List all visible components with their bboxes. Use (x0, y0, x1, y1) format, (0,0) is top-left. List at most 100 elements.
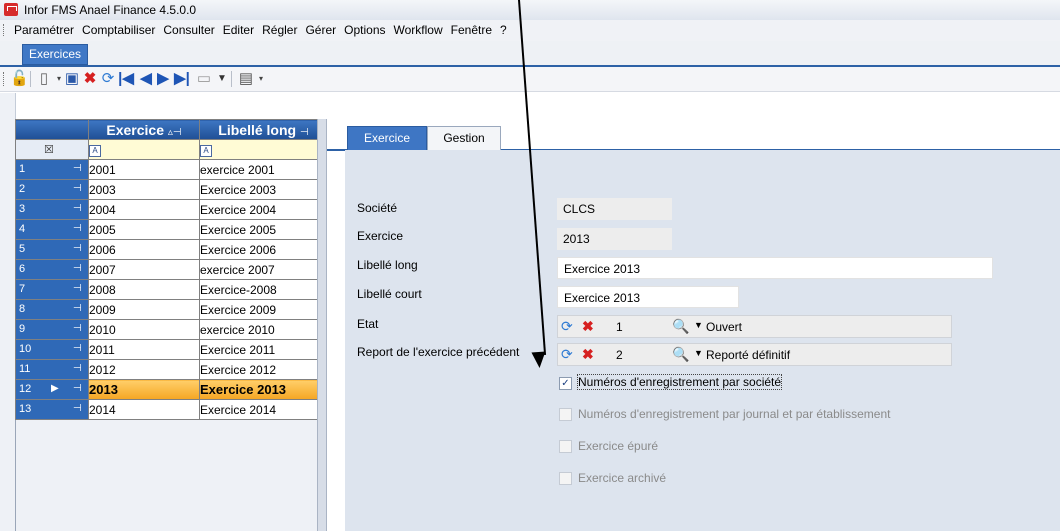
cell-libelle[interactable]: Exercice 2003 (199, 179, 328, 200)
clear-icon[interactable]: ✖ (582, 318, 594, 335)
delete-icon[interactable]: ✖ (82, 71, 98, 87)
cell-libelle[interactable]: Exercice 2009 (199, 299, 328, 320)
row-header[interactable]: 10 ⊣ (15, 339, 89, 360)
menu-parametrer[interactable]: Paramétrer (10, 23, 78, 37)
unlock-icon[interactable]: 🔓 (10, 71, 29, 87)
chevron-down-icon[interactable]: ▼ (694, 320, 703, 330)
clear-filter-icon[interactable]: ☒ (44, 143, 54, 156)
first-record-icon[interactable]: |◀ (118, 71, 134, 87)
row-header[interactable]: 1 ⊣ (15, 159, 89, 180)
column-header-libelle[interactable]: Libellé long ⊣ (199, 119, 328, 140)
cell-libelle[interactable]: Exercice 2012 (199, 359, 328, 380)
search-icon[interactable]: 🔍 (672, 346, 689, 363)
pin-icon[interactable]: ⊣ (73, 283, 82, 294)
cell-exercice[interactable]: 2010 (88, 319, 200, 340)
cell-exercice[interactable]: 2008 (88, 279, 200, 300)
table-row[interactable]: 11 ⊣ 2012 Exercice 2012 (15, 359, 328, 380)
cell-exercice[interactable]: 2006 (88, 239, 200, 260)
table-row[interactable]: 12 ▶ ⊣ 2013 Exercice 2013 (15, 379, 328, 400)
libelle-court-input[interactable]: Exercice 2013 (557, 286, 739, 308)
cell-exercice[interactable]: 2013 (88, 379, 200, 400)
previous-record-icon[interactable]: ◀ (138, 71, 154, 87)
menu-editer[interactable]: Editer (219, 23, 258, 37)
row-header[interactable]: 7 ⊣ (15, 279, 89, 300)
panel-splitter[interactable] (317, 119, 327, 531)
cell-libelle[interactable]: exercice 2010 (199, 319, 328, 340)
filter-exercice[interactable]: A (88, 139, 200, 160)
row-header[interactable]: 2 ⊣ (15, 179, 89, 200)
etat-value[interactable]: Ouvert (706, 320, 742, 334)
filter-dropdown-icon[interactable]: ▼ (214, 71, 230, 87)
pin-icon[interactable]: ⊣ (73, 403, 82, 414)
cell-libelle[interactable]: Exercice 2011 (199, 339, 328, 360)
pin-icon[interactable]: ⊣ (73, 163, 82, 174)
row-header[interactable]: 13 ⊣ (15, 399, 89, 420)
tools-icon[interactable]: ▤ (238, 71, 254, 87)
etat-code[interactable]: 1 (616, 320, 623, 334)
new-document-icon[interactable]: ▯ (36, 71, 52, 87)
menu-help[interactable]: ? (496, 23, 511, 37)
report-value[interactable]: Reporté définitif (706, 348, 790, 362)
menu-comptabiliser[interactable]: Comptabiliser (78, 23, 159, 37)
report-code[interactable]: 2 (616, 348, 623, 362)
cell-exercice[interactable]: 2014 (88, 399, 200, 420)
table-row[interactable]: 8 ⊣ 2009 Exercice 2009 (15, 299, 328, 320)
filter-libelle[interactable]: A (199, 139, 328, 160)
pin-icon[interactable]: ⊣ (73, 303, 82, 314)
cell-exercice[interactable]: 2003 (88, 179, 200, 200)
pin-icon[interactable]: ⊣ (73, 243, 82, 254)
pin-icon[interactable]: ⊣ (73, 323, 82, 334)
cell-libelle[interactable]: exercice 2001 (199, 159, 328, 180)
cell-exercice[interactable]: 2007 (88, 259, 200, 280)
table-row[interactable]: 9 ⊣ 2010 exercice 2010 (15, 319, 328, 340)
chevron-down-icon[interactable]: ▼ (694, 348, 703, 358)
menu-workflow[interactable]: Workflow (390, 23, 447, 37)
cell-libelle[interactable]: Exercice 2013 (199, 379, 328, 400)
row-header[interactable]: 11 ⊣ (15, 359, 89, 380)
next-record-icon[interactable]: ▶ (155, 71, 171, 87)
last-record-icon[interactable]: ▶| (174, 71, 190, 87)
menu-consulter[interactable]: Consulter (159, 23, 218, 37)
column-header-exercice[interactable]: Exercice ▵⊣ (88, 119, 200, 140)
cell-libelle[interactable]: exercice 2007 (199, 259, 328, 280)
cell-libelle[interactable]: Exercice 2006 (199, 239, 328, 260)
table-row[interactable]: 7 ⊣ 2008 Exercice-2008 (15, 279, 328, 300)
refresh-icon[interactable]: ⟳ (100, 71, 116, 87)
tab-exercice[interactable]: Exercice (347, 126, 427, 151)
cell-libelle[interactable]: Exercice-2008 (199, 279, 328, 300)
menu-fenetre[interactable]: Fenêtre (447, 23, 496, 37)
refresh-icon[interactable]: ⟳ (561, 318, 573, 335)
libelle-long-input[interactable]: Exercice 2013 (557, 257, 993, 279)
save-icon[interactable]: ▣ (64, 71, 80, 87)
pin-icon[interactable]: ⊣ (73, 263, 82, 274)
pin-icon[interactable]: ⊣ (73, 363, 82, 374)
text-filter-icon[interactable]: A (89, 145, 101, 157)
text-filter-icon[interactable]: A (200, 145, 212, 157)
table-row[interactable]: 5 ⊣ 2006 Exercice 2006 (15, 239, 328, 260)
pin-icon[interactable]: ⊣ (73, 203, 82, 214)
row-header[interactable]: 6 ⊣ (15, 259, 89, 280)
pin-icon[interactable]: ⊣ (73, 343, 82, 354)
cell-exercice[interactable]: 2004 (88, 199, 200, 220)
cell-libelle[interactable]: Exercice 2004 (199, 199, 328, 220)
dropdown-arrow-icon[interactable]: ▾ (253, 71, 269, 87)
cell-libelle[interactable]: Exercice 2014 (199, 399, 328, 420)
filter-clear-cell[interactable]: ☒ (15, 139, 89, 160)
table-row[interactable]: 2 ⊣ 2003 Exercice 2003 (15, 179, 328, 200)
search-icon[interactable]: 🔍 (672, 318, 689, 335)
cell-exercice[interactable]: 2001 (88, 159, 200, 180)
print-icon[interactable]: ▭ (196, 71, 212, 87)
cell-exercice[interactable]: 2011 (88, 339, 200, 360)
row-header[interactable]: 5 ⊣ (15, 239, 89, 260)
row-header[interactable]: 12 ▶ ⊣ (15, 379, 89, 400)
checkbox-societe-label[interactable]: Numéros d'enregistrement par société (576, 374, 783, 390)
menu-regler[interactable]: Régler (258, 23, 301, 37)
pin-icon[interactable]: ⊣ (73, 383, 82, 394)
table-row[interactable]: 13 ⊣ 2014 Exercice 2014 (15, 399, 328, 420)
table-row[interactable]: 6 ⊣ 2007 exercice 2007 (15, 259, 328, 280)
row-header[interactable]: 4 ⊣ (15, 219, 89, 240)
menu-gerer[interactable]: Gérer (301, 23, 340, 37)
pin-icon[interactable]: ⊣ (73, 183, 82, 194)
refresh-icon[interactable]: ⟳ (561, 346, 573, 363)
row-header[interactable]: 8 ⊣ (15, 299, 89, 320)
